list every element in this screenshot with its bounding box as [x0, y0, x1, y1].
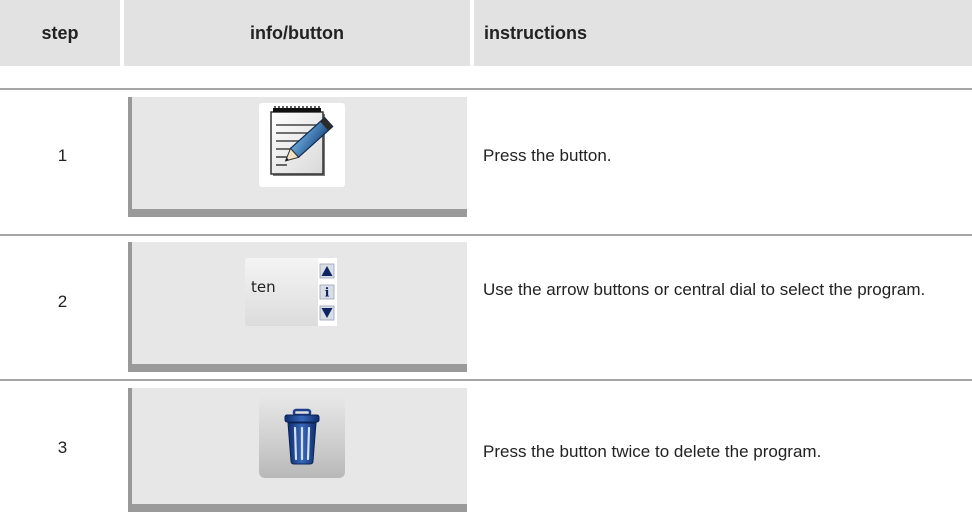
delete-program-button[interactable]	[259, 396, 345, 478]
row-separator	[0, 88, 972, 90]
arrow-buttons-group: i	[318, 258, 337, 326]
instruction-1: Press the button.	[483, 146, 612, 165]
arrow-down-icon[interactable]	[319, 305, 335, 321]
notepad-pencil-icon	[270, 106, 334, 176]
row-separator	[0, 234, 972, 236]
step-number-3: 3	[57, 438, 68, 457]
instruction-table: step info/button instructions 1 Press th…	[0, 0, 972, 522]
program-selector[interactable]: ten i	[245, 258, 337, 326]
arrow-up-icon[interactable]	[319, 263, 335, 279]
trash-can-icon	[284, 408, 320, 465]
header-info-button: info/button	[124, 0, 470, 66]
instruction-2: Use the arrow buttons or central dial to…	[483, 280, 926, 299]
info-panel-3	[128, 388, 467, 512]
header-step: step	[0, 0, 120, 66]
header-instructions: instructions	[474, 0, 972, 66]
edit-program-button[interactable]	[259, 103, 345, 187]
step-number-2: 2	[57, 292, 68, 311]
instruction-3: Press the button twice to delete the pro…	[483, 442, 822, 461]
row-separator	[0, 379, 972, 381]
info-panel-2: ten i	[128, 242, 467, 372]
selected-program-value: ten	[251, 278, 276, 296]
info-panel-1	[128, 97, 467, 217]
svg-text:i: i	[325, 286, 330, 300]
info-icon[interactable]: i	[319, 284, 335, 300]
step-number-1: 1	[57, 146, 68, 165]
